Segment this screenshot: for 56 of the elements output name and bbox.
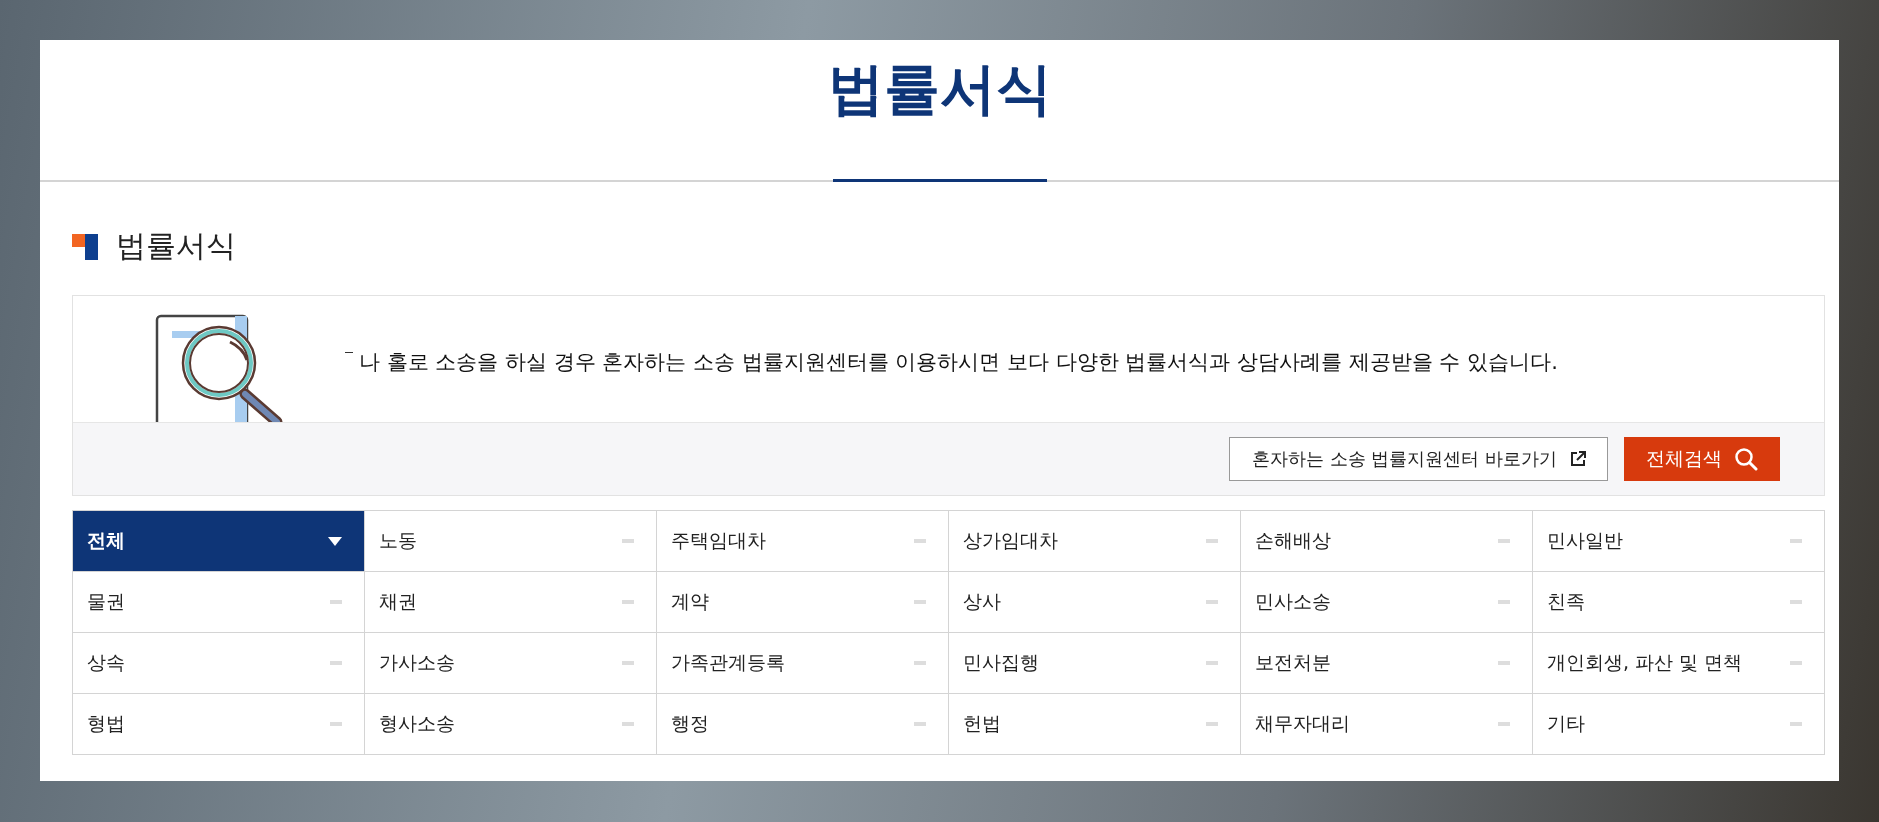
category-tab[interactable]: 계약 <box>657 572 949 633</box>
dropdown-triangle-icon <box>328 536 342 546</box>
dash-icon <box>1206 661 1218 665</box>
category-tab[interactable]: 노동 <box>365 511 657 572</box>
dash-icon <box>1498 539 1510 543</box>
dash-icon <box>622 600 634 604</box>
notice-text: 나 홀로 소송을 하실 경우 혼자하는 소송 법률지원센터를 이용하시면 보다 다양한 법률서식과 상담사례를 제공받을 수 있습니다. <box>359 349 1558 376</box>
category-tab[interactable]: 행정 <box>657 694 949 755</box>
category-tab[interactable]: 상사 <box>949 572 1241 633</box>
search-icon <box>1734 447 1758 471</box>
category-tab[interactable]: 가사소송 <box>365 633 657 694</box>
dash-icon <box>1790 661 1802 665</box>
category-tab[interactable]: 형법 <box>73 694 365 755</box>
dash-icon <box>1206 539 1218 543</box>
category-tab[interactable]: 친족 <box>1533 572 1825 633</box>
category-tab[interactable]: 기타 <box>1533 694 1825 755</box>
search-button[interactable]: 전체검색 <box>1624 437 1780 481</box>
dash-icon <box>1498 722 1510 726</box>
dash-icon <box>1790 600 1802 604</box>
dash-icon <box>622 722 634 726</box>
dash-icon <box>914 661 926 665</box>
category-tab[interactable]: 전체 <box>73 511 365 572</box>
dash-icon <box>622 661 634 665</box>
category-tab[interactable]: 헌법 <box>949 694 1241 755</box>
category-tab[interactable]: 채무자대리 <box>1241 694 1533 755</box>
dash-icon <box>1498 661 1510 665</box>
section-title: 법률서식 <box>116 227 236 265</box>
category-tab[interactable]: 민사일반 <box>1533 511 1825 572</box>
dash-icon <box>1498 600 1510 604</box>
category-tab[interactable]: 상가임대차 <box>949 511 1241 572</box>
category-tab[interactable]: 채권 <box>365 572 657 633</box>
category-tab[interactable]: 개인회생, 파산 및 면책 <box>1533 633 1825 694</box>
category-tab[interactable]: 주택임대차 <box>657 511 949 572</box>
dash-icon <box>914 722 926 726</box>
category-tab[interactable]: 가족관계등록 <box>657 633 949 694</box>
category-tab[interactable]: 민사집행 <box>949 633 1241 694</box>
dash-icon <box>1790 539 1802 543</box>
dash-icon <box>330 600 342 604</box>
category-tab[interactable]: 물권 <box>73 572 365 633</box>
category-tab[interactable]: 손해배상 <box>1241 511 1533 572</box>
dash-icon <box>622 539 634 543</box>
external-link-button[interactable]: 혼자하는 소송 법률지원센터 바로가기 <box>1228 437 1608 481</box>
dash-icon <box>914 600 926 604</box>
dash-icon <box>1790 722 1802 726</box>
dash-icon <box>1206 722 1218 726</box>
dash-icon <box>330 661 342 665</box>
dash-icon <box>330 722 342 726</box>
external-link-icon <box>1569 450 1587 468</box>
category-tab[interactable]: 보전처분 <box>1241 633 1533 694</box>
dash-icon <box>914 539 926 543</box>
section-marker-icon <box>72 233 98 260</box>
category-tab[interactable]: 형사소송 <box>365 694 657 755</box>
category-tab[interactable]: 민사소송 <box>1241 572 1533 633</box>
dash-icon <box>1206 600 1218 604</box>
page-title: 법률서식 <box>827 55 1052 123</box>
category-tab[interactable]: 상속 <box>73 633 365 694</box>
